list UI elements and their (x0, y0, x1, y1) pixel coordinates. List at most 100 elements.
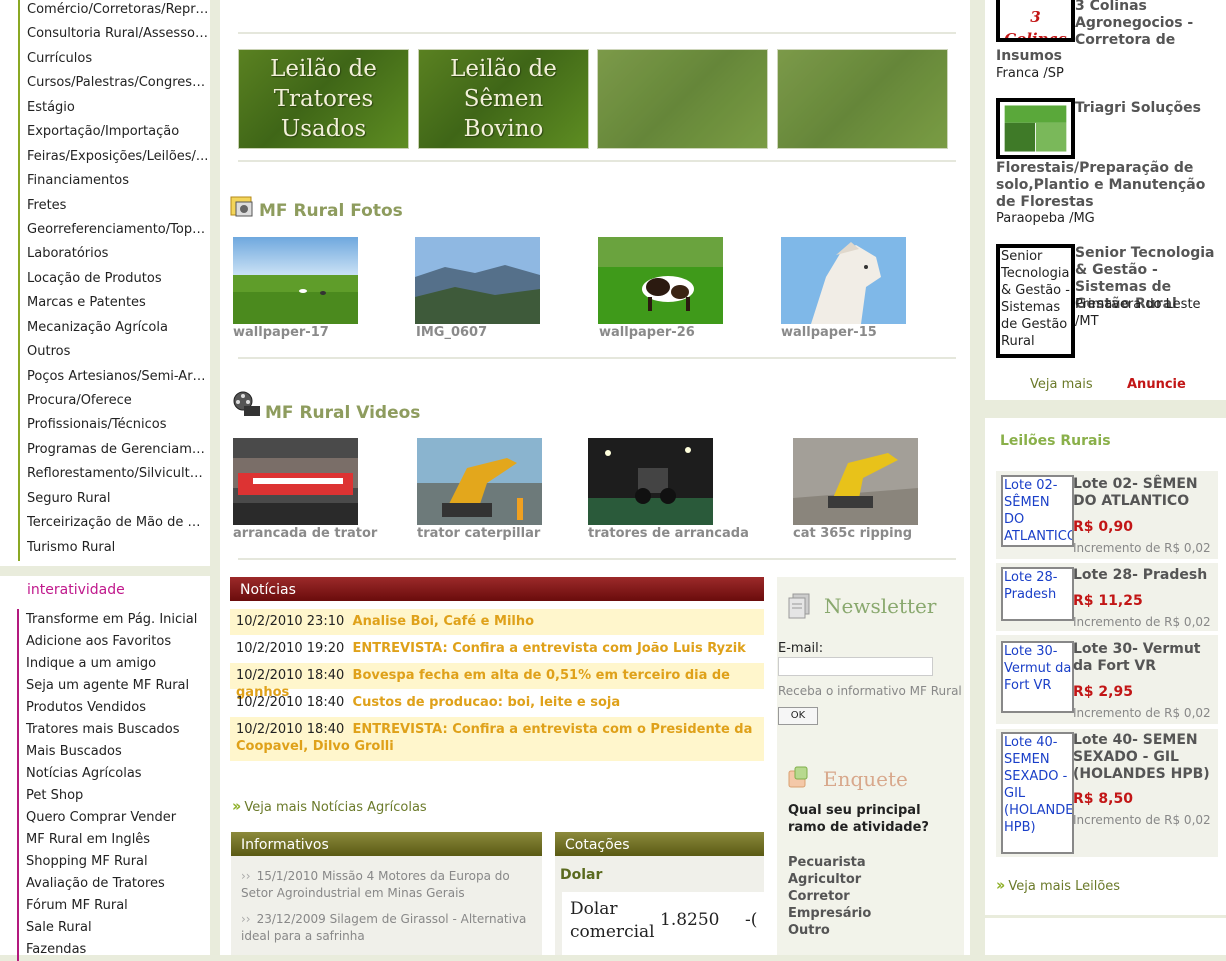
category-item[interactable]: Terceirização de Mão de Ob... (18, 512, 210, 537)
photo-thumbnail[interactable] (598, 237, 723, 324)
advertiser-location: Primavera do Leste /MT (1075, 297, 1201, 329)
video-caption[interactable]: tratores de arrancada (588, 526, 749, 541)
interatividade-item[interactable]: Avaliação de Tratores (17, 873, 210, 895)
enquete-option[interactable]: Outro (788, 922, 871, 939)
informativo-item[interactable]: ›› 15/1/2010 Missão 4 Motores da Europa d… (241, 868, 537, 902)
category-item[interactable]: Georreferenciamento/Topogr... (18, 218, 210, 244)
lot-name[interactable]: Lote 30- Vermut da Fort VR (1073, 641, 1218, 675)
lot-image[interactable]: Lote 28- Pradesh (1001, 567, 1074, 621)
lot-name[interactable]: Lote 02- SÊMEN DO ATLANTICO (1073, 476, 1218, 510)
interatividade-item[interactable]: Mais Buscados (17, 741, 210, 763)
advertiser-name[interactable]: Triagri Soluções (1075, 100, 1201, 117)
newsletter-title: Newsletter (824, 594, 937, 618)
video-thumbnail[interactable] (417, 438, 542, 525)
category-item[interactable]: Marcas e Patentes (18, 292, 210, 317)
category-item[interactable]: Locação de Produtos (18, 267, 210, 293)
category-item[interactable]: Cursos/Palestras/Congresso... (18, 72, 210, 97)
category-item[interactable]: Feiras/Exposições/Leilões/... (18, 145, 210, 171)
interatividade-item[interactable]: Fazendas (17, 939, 210, 961)
category-item[interactable]: Financiamentos (18, 170, 210, 195)
videos-title: MF Rural Videos (265, 403, 421, 423)
photo-thumbnail[interactable] (415, 237, 540, 324)
category-item[interactable]: Profissionais/Técnicos (18, 414, 210, 439)
advertiser-name-cont[interactable]: Insumos (996, 48, 1062, 65)
category-item[interactable]: Exportação/Importação (18, 121, 210, 146)
news-item[interactable]: 10/2/2010 18:40 ENTREVISTA: Confira a en… (230, 717, 764, 761)
leiloes-title: Leilões Rurais (1000, 433, 1111, 449)
interatividade-item[interactable]: Transforme em Pág. Inicial (17, 609, 210, 631)
photo-caption[interactable]: wallpaper-17 (233, 325, 329, 340)
category-item[interactable]: Fretes (18, 194, 210, 219)
interatividade-item[interactable]: Indique a um amigo (17, 653, 210, 675)
photo-thumbnail[interactable] (233, 237, 358, 324)
lot-image[interactable]: Lote 02- SÊMEN DO ATLANTICO (1001, 475, 1074, 547)
interatividade-item[interactable]: Quero Comprar Vender (17, 807, 210, 829)
interatividade-item[interactable]: Fórum MF Rural (17, 895, 210, 917)
photo-caption[interactable]: wallpaper-15 (781, 325, 877, 340)
news-item[interactable]: 10/2/2010 18:40 Bovespa fecha em alta de… (230, 663, 764, 700)
interatividade-item[interactable]: Adicione aos Favoritos (17, 631, 210, 653)
interatividade-item[interactable]: Sale Rural (17, 917, 210, 939)
interatividade-item[interactable]: Tratores mais Buscados (17, 719, 210, 741)
advertisers-more-link[interactable]: Veja mais (1030, 377, 1093, 392)
news-item[interactable]: 10/2/2010 18:40 Custos de producao: boi,… (230, 690, 764, 716)
category-item[interactable]: Programas de Gerenciamento (18, 438, 210, 464)
news-item[interactable]: 10/2/2010 19:20 ENTREVISTA: Confira a en… (230, 636, 764, 662)
anuncie-link[interactable]: Anuncie (1127, 377, 1186, 392)
interatividade-item[interactable]: Produtos Vendidos (17, 697, 210, 719)
enquete-option[interactable]: Pecuarista (788, 854, 871, 871)
enquete-option[interactable]: Corretor (788, 888, 871, 905)
category-item[interactable]: Currículos (18, 47, 210, 73)
category-item[interactable]: Comércio/Corretoras/Repres... (18, 0, 210, 24)
photo-caption[interactable]: wallpaper-26 (599, 325, 695, 340)
more-noticias-link[interactable]: ›› Veja mais Notícias Agrícolas (232, 797, 427, 815)
banner-4[interactable] (777, 49, 948, 149)
advertiser-name[interactable]: 3 Colinas Agronegocios - Corretora de (1075, 0, 1225, 49)
more-leiloes-link[interactable]: ›› Veja mais Leilões (996, 876, 1120, 894)
advertiser-logo[interactable]: 3 Colinas (996, 0, 1075, 42)
video-thumbnail[interactable] (793, 438, 918, 525)
category-item[interactable]: Estágio (18, 96, 210, 122)
interatividade-item[interactable]: Shopping MF Rural (17, 851, 210, 873)
interatividade-item[interactable]: MF Rural em Inglês (17, 829, 210, 851)
category-item[interactable]: Consultoria Rural/Assessor... (18, 23, 210, 48)
lot-image[interactable]: Lote 30- Vermut da Fort VR (1001, 641, 1074, 713)
category-item[interactable]: Laboratórios (18, 243, 210, 268)
video-caption[interactable]: arrancada de trator (233, 526, 377, 541)
lot-name[interactable]: Lote 28- Pradesh (1073, 567, 1218, 584)
advertiser-name-cont[interactable]: Florestais/Preparação de solo,Plantio e … (996, 160, 1221, 211)
lot-name[interactable]: Lote 40- SEMEN SEXADO - GIL (HOLANDES HP… (1073, 732, 1218, 783)
news-item[interactable]: 10/2/2010 23:10 Analise Boi, Café e Milh… (230, 609, 764, 635)
video-thumbnail[interactable] (588, 438, 713, 525)
left-column: Comércio/Corretoras/Repres... Consultori… (0, 0, 212, 961)
interatividade-item[interactable]: Notícias Agrícolas (17, 763, 210, 785)
banner-leilao-semen[interactable]: Leilão de Sêmen Bovino (418, 49, 589, 149)
category-item[interactable]: Reflorestamento/Silvicultu... (18, 463, 210, 488)
banner-leilao-tratores[interactable]: Leilão de Tratores Usados (238, 49, 409, 149)
category-item[interactable]: Procura/Oferece (18, 390, 210, 415)
video-caption[interactable]: trator caterpillar (417, 526, 540, 541)
lot-image[interactable]: Lote 40- SEMEN SEXADO - GIL (HOLANDES HP… (1001, 732, 1074, 854)
photo-caption[interactable]: IMG_0607 (416, 325, 487, 340)
category-item[interactable]: Seguro Rural (18, 487, 210, 513)
advertiser-location: Franca /SP (996, 66, 1064, 81)
ok-button[interactable]: OK (778, 707, 818, 725)
informativo-item[interactable]: ›› 23/12/2009 Silagem de Girassol - Alter… (241, 911, 537, 945)
divider (238, 357, 956, 359)
video-thumbnail[interactable] (233, 438, 358, 525)
video-caption[interactable]: cat 365c ripping (793, 526, 912, 541)
enquete-option[interactable]: Agricultor (788, 871, 871, 888)
advertiser-logo[interactable]: Senior Tecnologia & Gestão - Sistemas de… (996, 244, 1075, 358)
category-item[interactable]: Turismo Rural (18, 536, 210, 562)
advertiser-logo[interactable] (996, 98, 1075, 159)
interatividade-item[interactable]: Seja um agente MF Rural (17, 675, 210, 697)
interatividade-item[interactable]: Pet Shop (17, 785, 210, 807)
email-input[interactable] (778, 657, 933, 676)
enquete-option[interactable]: Empresário (788, 905, 871, 922)
category-item[interactable]: Poços Artesianos/Semi-Arte... (18, 365, 210, 390)
lot-price: R$ 2,95 (1073, 684, 1133, 700)
banner-3[interactable] (597, 49, 768, 149)
category-item[interactable]: Mecanização Agrícola (18, 316, 210, 342)
photo-thumbnail[interactable] (781, 237, 906, 324)
category-item[interactable]: Outros (18, 341, 210, 366)
